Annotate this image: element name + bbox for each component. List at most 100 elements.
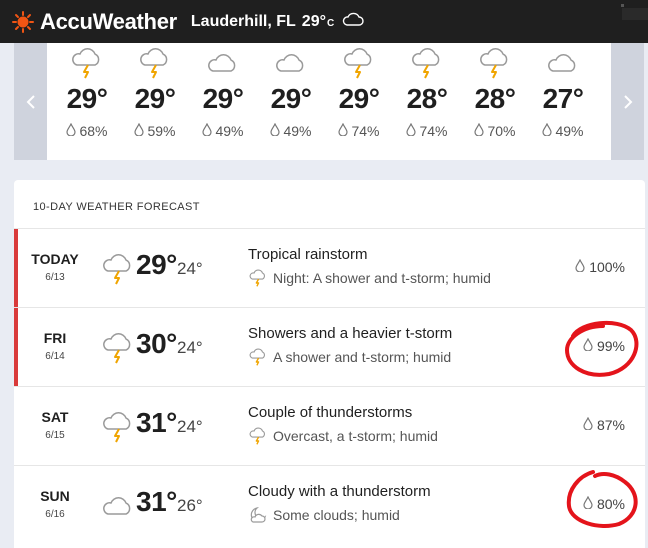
low-temp: 24° bbox=[177, 338, 203, 357]
hourly-item[interactable]: 29° 68% bbox=[52, 43, 122, 160]
day-date: 6/15 bbox=[45, 430, 65, 441]
thunderstorm-icon bbox=[409, 47, 445, 79]
location-name[interactable]: Lauderhill, FL bbox=[191, 13, 296, 31]
high-temp: 31° bbox=[136, 407, 177, 438]
high-temp: 31° bbox=[136, 486, 177, 517]
hourly-temp: 29° bbox=[66, 83, 108, 114]
hourly-item[interactable]: 28° 74% bbox=[392, 43, 462, 160]
hourly-precip: 70% bbox=[460, 122, 530, 139]
raindrop-icon bbox=[406, 122, 417, 139]
high-temp: 29° bbox=[136, 249, 177, 280]
raindrop-icon bbox=[202, 122, 213, 139]
hourly-precip: 49% bbox=[528, 122, 598, 139]
raindrop-icon bbox=[134, 122, 145, 139]
precip-chance: 80% bbox=[583, 495, 625, 512]
thunderstorm-icon bbox=[69, 47, 105, 79]
daily-forecast-title: 10-DAY WEATHER FORECAST bbox=[33, 201, 200, 213]
hourly-precip: 74% bbox=[392, 122, 462, 139]
daily-row[interactable]: FRI 6/14 30° 24° Showers and a heavier t… bbox=[14, 307, 645, 387]
night-phrase: Some clouds; humid bbox=[248, 506, 400, 524]
precip-chance: 99% bbox=[583, 337, 625, 354]
day-phrase: Showers and a heavier t-storm bbox=[248, 325, 453, 342]
hourly-temp: 29° bbox=[270, 83, 312, 114]
hourly-precip: 68% bbox=[52, 122, 122, 139]
day-name: SAT bbox=[41, 409, 69, 425]
hourly-prev-button[interactable] bbox=[14, 43, 47, 160]
header-decor bbox=[621, 4, 624, 7]
daily-forecast-card: 10-DAY WEATHER FORECAST TODAY 6/13 29° 2… bbox=[14, 180, 645, 548]
chevron-left-icon bbox=[26, 94, 35, 109]
daily-row[interactable]: SUN 6/16 31° 26° Cloudy with a thunderst… bbox=[14, 465, 645, 544]
raindrop-icon bbox=[583, 495, 593, 512]
thunderstorm-small-icon bbox=[248, 348, 268, 366]
temp-unit: C bbox=[327, 17, 335, 29]
hourly-item[interactable]: 28° 70% bbox=[460, 43, 530, 160]
hourly-temp: 27° bbox=[542, 83, 584, 114]
hourly-temp: 29° bbox=[202, 83, 244, 114]
low-temp: 24° bbox=[177, 417, 203, 436]
low-temp: 26° bbox=[177, 496, 203, 515]
precip-chance: 87% bbox=[583, 416, 625, 433]
hourly-forecast: 29° 68% 29° 59% 29° 49% 29° 49% 29° 74% … bbox=[14, 43, 644, 160]
high-temp: 30° bbox=[136, 328, 177, 359]
daily-row[interactable]: SAT 6/15 31° 24° Couple of thunderstorms… bbox=[14, 386, 645, 465]
thunderstorm-icon bbox=[100, 411, 132, 443]
chevron-right-icon bbox=[623, 94, 632, 109]
thunderstorm-icon bbox=[137, 47, 173, 79]
hourly-temp: 29° bbox=[134, 83, 176, 114]
thunderstorm-icon bbox=[477, 47, 513, 79]
raindrop-icon bbox=[474, 122, 485, 139]
hourly-precip: 59% bbox=[120, 122, 190, 139]
hourly-next-button[interactable] bbox=[611, 43, 644, 160]
day-phrase: Cloudy with a thunderstorm bbox=[248, 483, 431, 500]
hourly-item[interactable]: 29° 49% bbox=[188, 43, 258, 160]
night-phrase: Overcast, a t-storm; humid bbox=[248, 427, 438, 445]
cloud-icon bbox=[545, 47, 581, 79]
cloud-icon bbox=[100, 490, 132, 518]
thunderstorm-icon bbox=[100, 332, 132, 364]
hourly-item[interactable]: 29° 49% bbox=[256, 43, 326, 160]
day-name: TODAY bbox=[31, 251, 79, 267]
raindrop-icon bbox=[583, 416, 593, 433]
top-header: AccuWeather Lauderhill, FL 29° C bbox=[0, 0, 648, 43]
raindrop-icon bbox=[575, 258, 585, 275]
day-date: 6/13 bbox=[45, 272, 65, 283]
day-phrase: Couple of thunderstorms bbox=[248, 404, 413, 421]
raindrop-icon bbox=[542, 122, 553, 139]
day-date: 6/14 bbox=[45, 351, 65, 362]
night-phrase: A shower and t-storm; humid bbox=[248, 348, 451, 366]
hourly-precip: 49% bbox=[256, 122, 326, 139]
hourly-temp: 28° bbox=[406, 83, 448, 114]
cloud-icon bbox=[342, 12, 364, 31]
thunderstorm-small-icon bbox=[248, 427, 268, 445]
thunderstorm-icon bbox=[341, 47, 377, 79]
day-name: SUN bbox=[40, 488, 70, 504]
daily-row[interactable]: TODAY 6/13 29° 24° Tropical rainstorm Ni… bbox=[14, 228, 645, 308]
hourly-precip: 74% bbox=[324, 122, 394, 139]
thunderstorm-icon bbox=[100, 253, 132, 285]
raindrop-icon bbox=[66, 122, 77, 139]
day-name: FRI bbox=[43, 330, 67, 346]
day-date: 6/16 bbox=[45, 509, 65, 520]
current-temp[interactable]: 29° C bbox=[302, 13, 334, 31]
thunderstorm-small-icon bbox=[248, 269, 268, 287]
night-phrase: Night: A shower and t-storm; humid bbox=[248, 269, 491, 287]
raindrop-icon bbox=[338, 122, 349, 139]
hourly-item[interactable]: 29° 59% bbox=[120, 43, 190, 160]
hourly-temp: 29° bbox=[338, 83, 380, 114]
raindrop-icon bbox=[583, 337, 593, 354]
sun-logo-icon bbox=[12, 10, 34, 33]
brand-logo[interactable]: AccuWeather bbox=[40, 9, 177, 35]
cloud-icon bbox=[273, 47, 309, 79]
hourly-temp: 28° bbox=[474, 83, 516, 114]
hourly-item[interactable]: 27° 49% bbox=[528, 43, 598, 160]
hourly-precip: 49% bbox=[188, 122, 258, 139]
cloud-icon bbox=[205, 47, 241, 79]
header-chip bbox=[622, 8, 648, 20]
hourly-item[interactable]: 29° 74% bbox=[324, 43, 394, 160]
day-phrase: Tropical rainstorm bbox=[248, 246, 368, 263]
raindrop-icon bbox=[270, 122, 281, 139]
precip-chance: 100% bbox=[575, 258, 625, 275]
current-temp-value: 29° bbox=[301, 12, 326, 30]
low-temp: 24° bbox=[177, 259, 203, 278]
